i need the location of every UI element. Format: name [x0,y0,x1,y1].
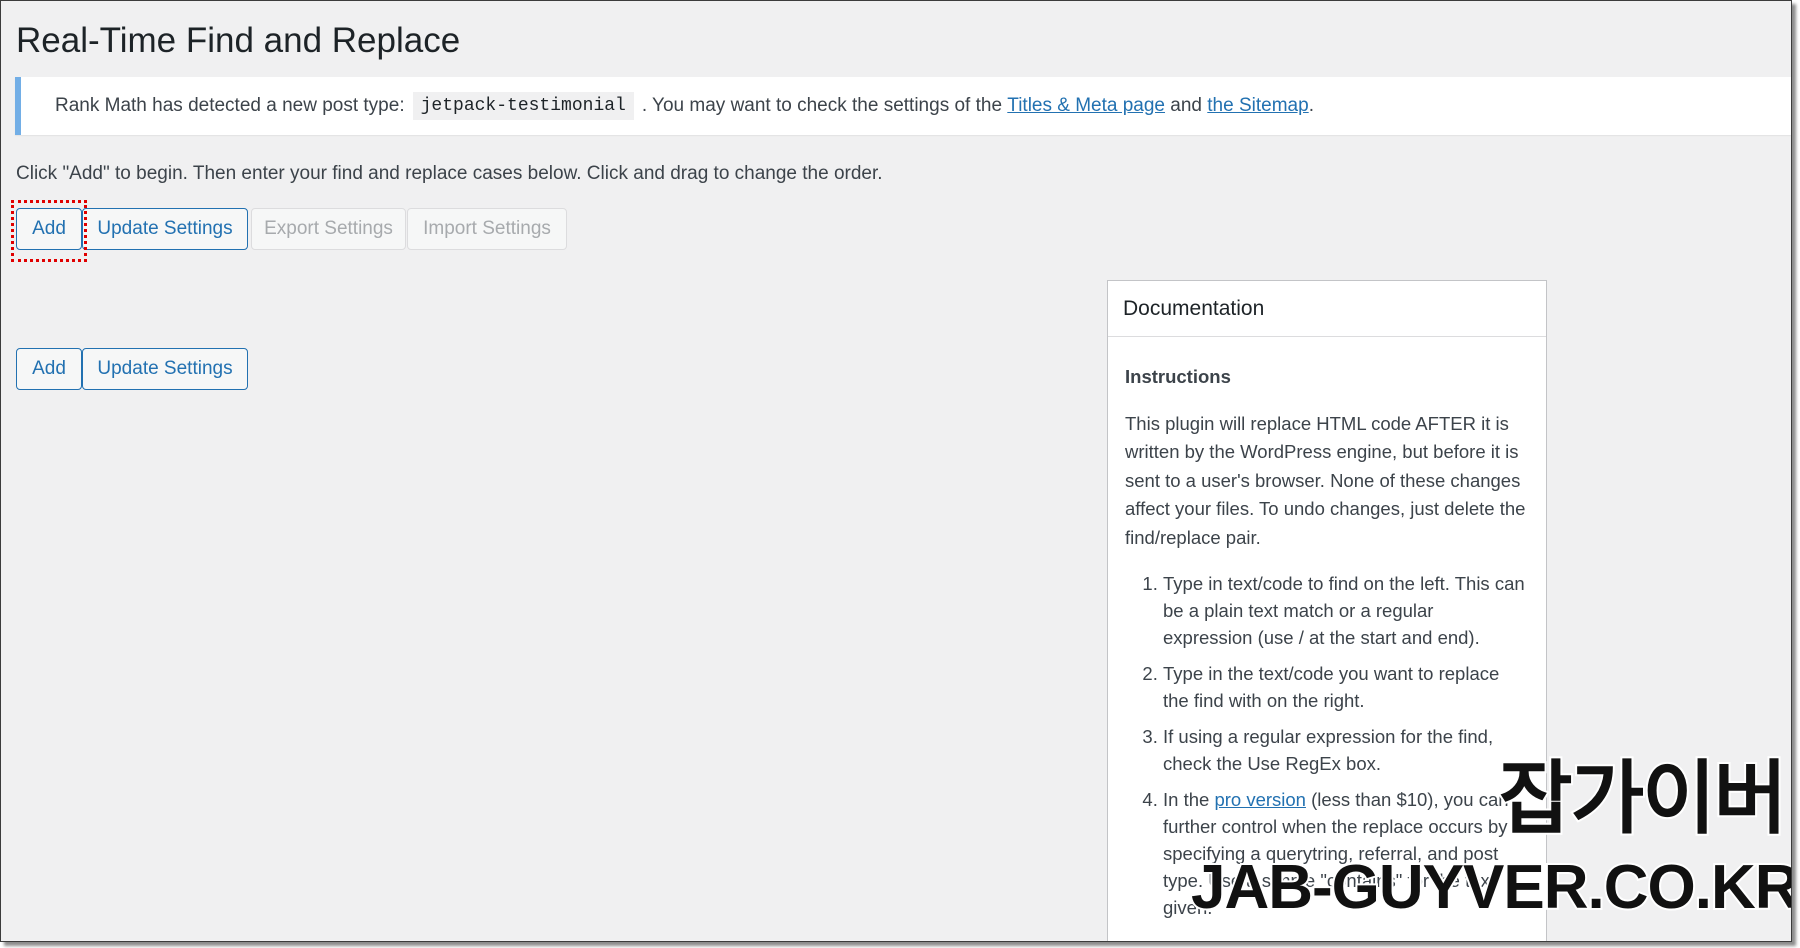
intro-text: Click "Add" to begin. Then enter your fi… [16,163,883,184]
instructions-heading: Instructions [1125,366,1231,387]
instruction-step: If using a regular expression for the fi… [1163,723,1527,777]
import-settings-button[interactable]: Import Settings [407,208,567,250]
notice-text-middle: . You may want to check the settings of … [641,95,1003,116]
watermark-korean: 잡가이버 [1497,752,1789,845]
watermark-domain: JAB-GUYVER.CO.KR [1189,853,1792,922]
update-settings-button-top[interactable]: Update Settings [82,208,248,250]
add-button-bottom[interactable]: Add [16,348,82,390]
step4-before: In the [1163,789,1210,810]
instructions-paragraph: This plugin will replace HTML code AFTER… [1125,412,1526,548]
pro-version-link[interactable]: pro version [1214,789,1306,810]
rank-math-notice: Rank Math has detected a new post type: … [15,77,1791,135]
add-button-highlight [11,200,87,262]
notice-text-end: . [1308,95,1314,116]
documentation-panel: Documentation Instructions This plugin w… [1107,280,1547,941]
post-type-code: jetpack-testimonial [412,92,634,120]
documentation-title: Documentation [1108,281,1546,337]
instruction-step: Type in the text/code you want to replac… [1163,660,1527,714]
titles-meta-link[interactable]: Titles & Meta page [1007,95,1165,117]
notice-text-and: and [1170,95,1202,116]
instruction-step: Type in text/code to find on the left. T… [1163,570,1527,651]
page-title: Real-Time Find and Replace [16,21,461,60]
notice-text-before: Rank Math has detected a new post type: [55,95,405,116]
browser-frame: Real-Time Find and Replace Rank Math has… [0,0,1792,942]
update-settings-button-bottom[interactable]: Update Settings [82,348,248,390]
sitemap-link[interactable]: the Sitemap [1207,95,1308,117]
export-settings-button[interactable]: Export Settings [251,208,406,250]
documentation-body: Instructions This plugin will replace HT… [1125,363,1527,930]
